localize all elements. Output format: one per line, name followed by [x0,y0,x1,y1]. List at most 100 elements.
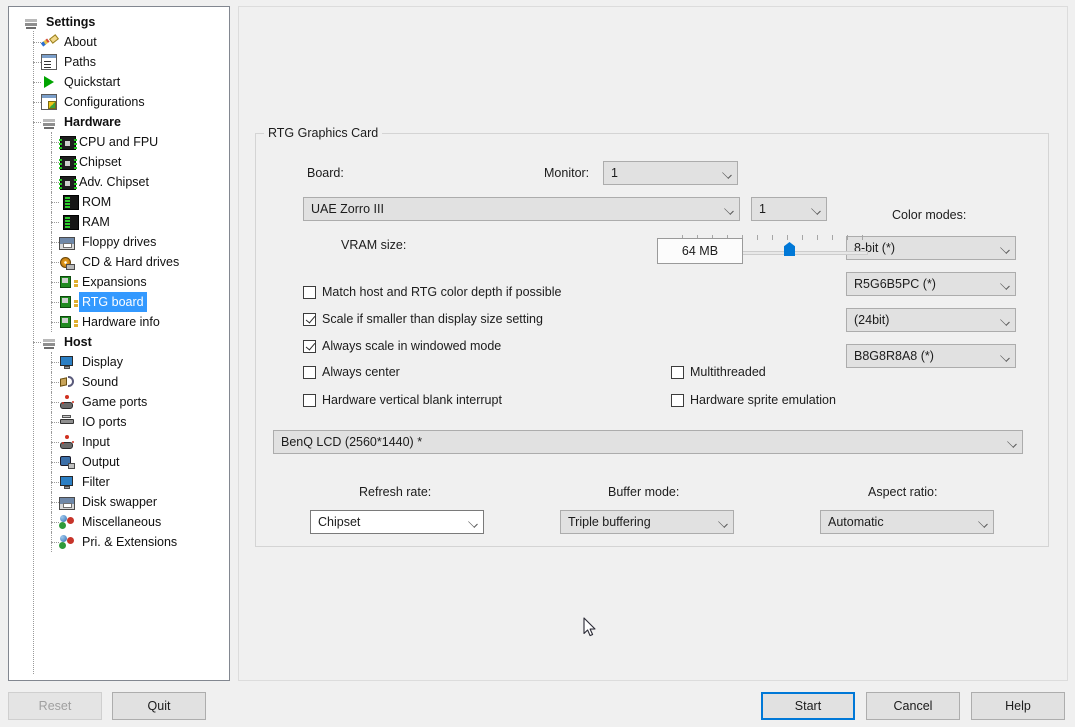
sidebar-item-label: Paths [64,55,96,69]
sidebar-item-sound[interactable]: Sound [9,372,229,392]
color-mode-select-2[interactable]: (24bit) [846,308,1016,332]
chevron-down-icon [719,162,737,184]
tree-connector [51,242,59,243]
sidebar-item-game-ports[interactable]: Game ports [9,392,229,412]
board-select[interactable]: UAE Zorro III [303,197,740,221]
board-select-value: UAE Zorro III [311,202,384,216]
sidebar-item-disk-swapper[interactable]: Disk swapper [9,492,229,512]
sidebar-item-hardware[interactable]: Hardware [9,112,229,132]
chevron-down-icon [808,198,826,220]
sidebar-item-display[interactable]: Display [9,352,229,372]
tree-guide-line [51,472,52,492]
sidebar-item-input[interactable]: Input [9,432,229,452]
joystick-icon [59,434,75,450]
window-icon [41,54,57,70]
balls-icon [59,534,75,550]
sidebar-item-label: Expansions [82,275,147,289]
cancel-button[interactable]: Cancel [866,692,960,720]
checkbox-label: Multithreaded [690,365,766,379]
sidebar-item-ram[interactable]: RAM [9,212,229,232]
sidebar-item-label: Disk swapper [82,495,158,509]
vram-size-value-button[interactable]: 64 MB [657,238,743,264]
tree-guide-line [51,452,52,472]
vram-size-label: VRAM size: [341,238,407,252]
sidebar-item-filter[interactable]: Filter [9,472,229,492]
sidebar-item-miscellaneous[interactable]: Miscellaneous [9,512,229,532]
stack-icon [41,334,57,350]
checkbox-match-host-color-depth[interactable]: Match host and RTG color depth if possib… [303,285,561,299]
sidebar-item-quickstart[interactable]: Quickstart [9,72,229,92]
tree-guide-line [51,152,52,172]
pencil-icon [41,34,57,50]
refresh-rate-select[interactable]: Chipset [310,510,484,534]
sidebar-item-configurations[interactable]: Configurations [9,92,229,112]
start-button[interactable]: Start [761,692,855,720]
sidebar-item-pri-and-extensions[interactable]: Pri. & Extensions [9,532,229,552]
tree-guide-line [51,192,52,212]
vram-slider-thumb[interactable] [784,242,795,256]
checkbox-always-center[interactable]: Always center [303,365,400,379]
sidebar-item-hardware-info[interactable]: Hardware info [9,312,229,332]
help-button[interactable]: Help [971,692,1065,720]
sidebar-item-label: Sound [82,375,119,389]
tree-connector [51,522,59,523]
settings-tree-list[interactable]: Settings About Paths Quickstart Configuratio… [9,7,229,552]
checkbox-multithreaded[interactable]: Multithreaded [671,365,766,379]
sidebar-item-about[interactable]: About [9,32,229,52]
sidebar-item-host[interactable]: Host [9,332,229,352]
display-mode-select[interactable]: BenQ LCD (2560*1440) * [273,430,1023,454]
sidebar-item-cd-and-hard-drives[interactable]: CD & Hard drives [9,252,229,272]
slider-tick [757,235,758,240]
aspect-ratio-select[interactable]: Automatic [820,510,994,534]
sidebar-item-output[interactable]: Output [9,452,229,472]
reset-button[interactable]: Reset [8,692,102,720]
checkbox-always-scale-windowed[interactable]: Always scale in windowed mode [303,339,501,353]
sidebar-item-expansions[interactable]: Expansions [9,272,229,292]
sidebar-item-label: RAM [82,215,110,229]
monitor-select[interactable]: 1 [603,161,738,185]
sidebar-item-settings[interactable]: Settings [9,12,229,32]
sidebar-item-label: IO ports [82,415,127,429]
slider-tick [847,235,848,240]
checkbox-scale-if-smaller[interactable]: Scale if smaller than display size setti… [303,312,543,326]
sidebar-item-floppy-drives[interactable]: Floppy drives [9,232,229,252]
sidebar-item-label: CPU and FPU [79,135,159,149]
tree-connector [51,262,59,263]
sidebar-item-paths[interactable]: Paths [9,52,229,72]
slider-tick [772,235,773,240]
quit-button[interactable]: Quit [112,692,206,720]
slider-tick [862,235,863,240]
chevron-down-icon [721,198,739,220]
sidebar-item-io-ports[interactable]: IO ports [9,412,229,432]
sidebar-item-label: CD & Hard drives [82,255,180,269]
buffer-mode-select[interactable]: Triple buffering [560,510,734,534]
start-button-label: Start [794,699,822,713]
checkbox-label: Hardware vertical blank interrupt [322,393,502,407]
checkbox-hardware-vertical-blank[interactable]: Hardware vertical blank interrupt [303,393,502,407]
tree-connector [51,162,59,163]
color-mode-value-3: B8G8R8A8 (*) [854,349,934,363]
sidebar-item-label: Game ports [82,395,148,409]
tree-connector [51,422,59,423]
ioport-icon [59,414,75,430]
sidebar-item-label: Hardware [64,115,121,129]
settings-tree-panel[interactable]: Settings About Paths Quickstart Configuratio… [8,6,230,681]
sidebar-item-rom[interactable]: ROM [9,192,229,212]
slider-tick [787,235,788,240]
tree-guide-line [51,232,52,252]
color-mode-select-1[interactable]: R5G6B5PC (*) [846,272,1016,296]
tree-guide-line [51,372,52,392]
sidebar-item-cpu-and-fpu[interactable]: CPU and FPU [9,132,229,152]
chevron-down-icon [997,309,1015,331]
tree-guide-line [51,272,52,292]
joystick-icon [59,394,75,410]
sidebar-item-adv-chipset[interactable]: Adv. Chipset [9,172,229,192]
sidebar-item-rtg-board[interactable]: RTG board [9,292,229,312]
slider-tick [832,235,833,240]
color-mode-select-3[interactable]: B8G8R8A8 (*) [846,344,1016,368]
board-index-select[interactable]: 1 [751,197,827,221]
checkbox-hardware-sprite-emulation[interactable]: Hardware sprite emulation [671,393,836,407]
sidebar-item-chipset[interactable]: Chipset [9,152,229,172]
checkbox-label: Always center [322,365,400,379]
color-mode-select-0[interactable]: 8-bit (*) [846,236,1016,260]
